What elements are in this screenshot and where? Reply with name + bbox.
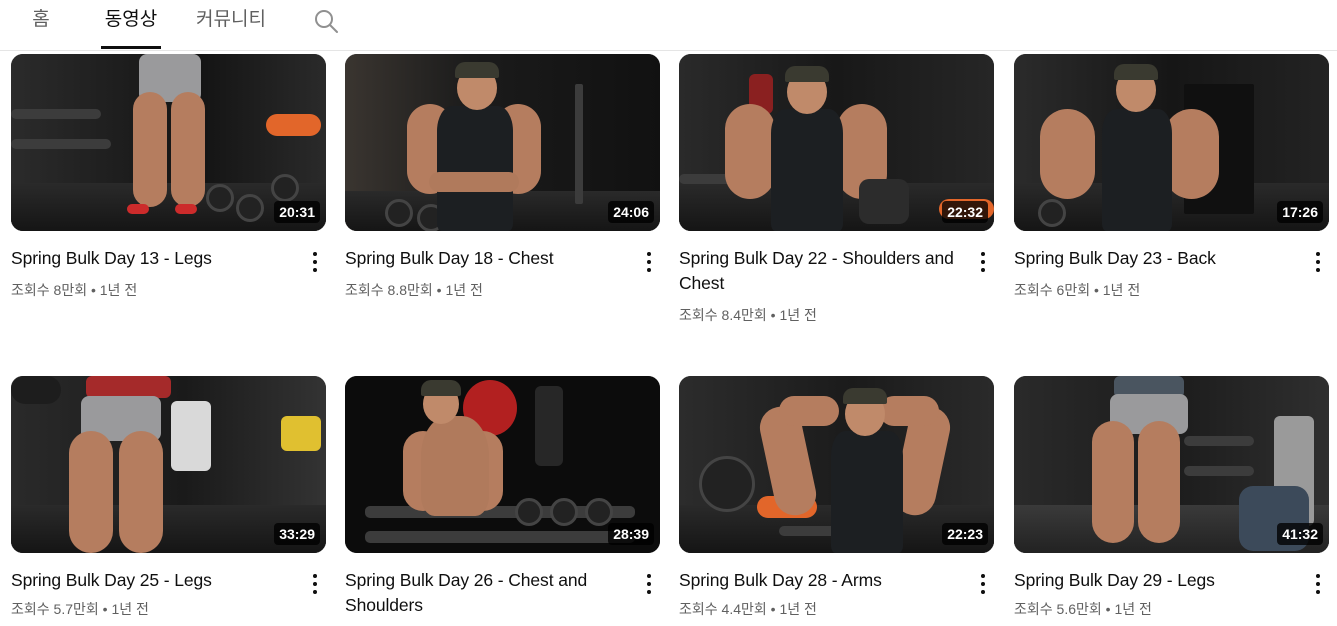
video-thumbnail[interactable]: 22:32 bbox=[679, 54, 994, 231]
video-meta: 조회수 8만회 • 1년 전 bbox=[11, 280, 137, 300]
upload-age: 1년 전 bbox=[111, 601, 149, 617]
view-count: 조회수 8.4만회 bbox=[679, 307, 767, 323]
video-meta: 조회수 8.8만회 • 1년 전 bbox=[345, 280, 483, 300]
meta-separator: • bbox=[90, 282, 96, 298]
video-title[interactable]: Spring Bulk Day 23 - Back bbox=[1014, 246, 1292, 271]
video-title[interactable]: Spring Bulk Day 25 - Legs bbox=[11, 568, 289, 593]
video-meta: 조회수 6만회 • 1년 전 bbox=[1014, 280, 1140, 300]
view-count: 조회수 4.4만회 bbox=[679, 601, 767, 617]
meta-separator: • bbox=[770, 601, 776, 617]
video-meta: 조회수 8.4만회 • 1년 전 bbox=[679, 305, 817, 325]
tab-videos[interactable]: 동영상 bbox=[101, 0, 161, 49]
video-duration: 17:26 bbox=[1277, 201, 1323, 223]
video-title[interactable]: Spring Bulk Day 29 - Legs bbox=[1014, 568, 1292, 593]
video-thumbnail[interactable]: 22:23 bbox=[679, 376, 994, 553]
search-button[interactable] bbox=[311, 6, 341, 36]
more-actions-button[interactable] bbox=[641, 250, 657, 274]
view-count: 조회수 5.7만회 bbox=[11, 601, 99, 617]
upload-age: 1년 전 bbox=[99, 282, 138, 298]
video-duration: 33:29 bbox=[274, 523, 320, 545]
channel-tabs: 홈 동영상 커뮤니티 bbox=[0, 0, 1337, 51]
view-count: 조회수 8.8만회 bbox=[345, 282, 433, 298]
video-title[interactable]: Spring Bulk Day 13 - Legs bbox=[11, 246, 289, 271]
video-thumbnail[interactable]: 41:32 bbox=[1014, 376, 1329, 553]
meta-separator: • bbox=[1093, 282, 1099, 298]
more-actions-button[interactable] bbox=[975, 572, 991, 596]
video-duration: 22:32 bbox=[942, 201, 988, 223]
video-duration: 41:32 bbox=[1277, 523, 1323, 545]
meta-separator: • bbox=[770, 307, 776, 323]
video-duration: 20:31 bbox=[274, 201, 320, 223]
video-meta: 조회수 5.7만회 • 1년 전 bbox=[11, 599, 149, 619]
video-thumbnail[interactable]: 20:31 bbox=[11, 54, 326, 231]
video-thumbnail[interactable]: 17:26 bbox=[1014, 54, 1329, 231]
video-duration: 24:06 bbox=[608, 201, 654, 223]
video-meta: 조회수 5.6만회 • 1년 전 bbox=[1014, 599, 1152, 619]
video-title[interactable]: Spring Bulk Day 28 - Arms bbox=[679, 568, 957, 593]
more-actions-button[interactable] bbox=[307, 572, 323, 596]
video-thumbnail[interactable]: 28:39 bbox=[345, 376, 660, 553]
upload-age: 1년 전 bbox=[445, 282, 483, 298]
more-actions-button[interactable] bbox=[641, 572, 657, 596]
more-actions-button[interactable] bbox=[1310, 572, 1326, 596]
view-count: 조회수 6만회 bbox=[1014, 282, 1091, 298]
video-duration: 28:39 bbox=[608, 523, 654, 545]
tab-community[interactable]: 커뮤니티 bbox=[191, 0, 271, 48]
video-thumbnail[interactable]: 33:29 bbox=[11, 376, 326, 553]
more-actions-button[interactable] bbox=[1310, 250, 1326, 274]
meta-separator: • bbox=[102, 601, 108, 617]
tab-home[interactable]: 홈 bbox=[30, 0, 52, 48]
video-title[interactable]: Spring Bulk Day 18 - Chest bbox=[345, 246, 623, 271]
view-count: 조회수 8만회 bbox=[11, 282, 88, 298]
video-thumbnail[interactable]: 24:06 bbox=[345, 54, 660, 231]
view-count: 조회수 5.6만회 bbox=[1014, 601, 1102, 617]
video-duration: 22:23 bbox=[942, 523, 988, 545]
video-title[interactable]: Spring Bulk Day 22 - Shoulders and Chest bbox=[679, 246, 957, 296]
meta-separator: • bbox=[1105, 601, 1111, 617]
upload-age: 1년 전 bbox=[779, 601, 817, 617]
upload-age: 1년 전 bbox=[1102, 282, 1141, 298]
search-icon bbox=[315, 10, 338, 33]
upload-age: 1년 전 bbox=[779, 307, 817, 323]
video-title[interactable]: Spring Bulk Day 26 - Chest and Shoulders bbox=[345, 568, 623, 618]
more-actions-button[interactable] bbox=[307, 250, 323, 274]
video-meta: 조회수 4.4만회 • 1년 전 bbox=[679, 599, 817, 619]
meta-separator: • bbox=[436, 282, 442, 298]
more-actions-button[interactable] bbox=[975, 250, 991, 274]
upload-age: 1년 전 bbox=[1114, 601, 1152, 617]
